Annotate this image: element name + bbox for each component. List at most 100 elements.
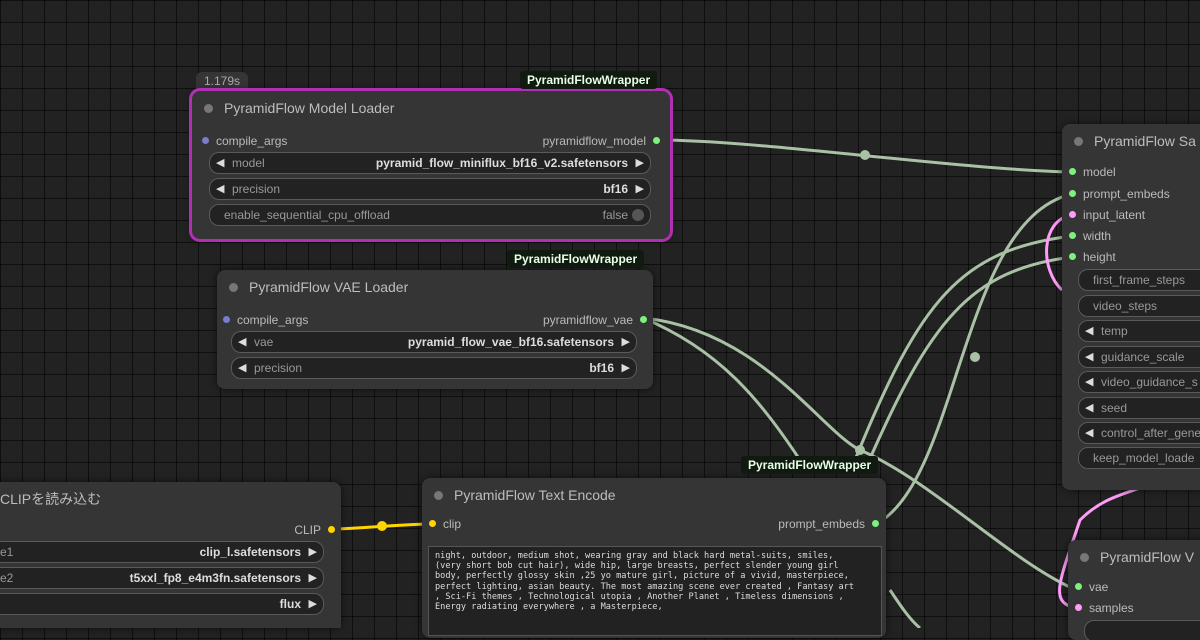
slot-label: pyramidflow_vae xyxy=(542,313,633,327)
node-badge: PyramidFlowWrapper xyxy=(741,456,879,474)
widget-label: control_after_gene xyxy=(1101,426,1200,440)
slot-label: samples xyxy=(1089,601,1134,615)
input-slot-model[interactable]: model xyxy=(1069,164,1116,180)
next-arrow-icon[interactable]: ▶ xyxy=(636,179,644,199)
input-slot-compile-args[interactable]: compile_args xyxy=(202,133,287,149)
input-dot-icon xyxy=(1075,604,1082,611)
slot-label: clip xyxy=(443,517,462,531)
widget-value: bf16 xyxy=(589,361,614,375)
input-slot-width[interactable]: width xyxy=(1069,228,1112,244)
vae-decode-node[interactable]: PyramidFlow V vae samples xyxy=(1068,540,1200,640)
output-slot-prompt-embeds[interactable]: prompt_embeds xyxy=(778,516,879,532)
text-encode-node[interactable]: PyramidFlow Text Encode clip prompt_embe… xyxy=(422,478,886,638)
widget-label: first_frame_steps xyxy=(1093,273,1186,287)
output-dot-icon xyxy=(653,137,660,144)
input-slot-prompt-embeds[interactable]: prompt_embeds xyxy=(1069,186,1170,202)
input-dot-icon xyxy=(202,137,209,144)
widget-value: bf16 xyxy=(603,182,628,196)
output-slot-pyramidflow-vae[interactable]: pyramidflow_vae xyxy=(542,312,647,328)
slot-label: compile_args xyxy=(237,313,309,327)
widget-value: t5xxl_fp8_e4m3fn.safetensors xyxy=(129,571,301,585)
widget-label: e1 xyxy=(0,545,14,559)
input-dot-icon xyxy=(1069,232,1076,239)
prev-arrow-icon[interactable]: ◀ xyxy=(1085,398,1093,418)
wire-prompt-embeds xyxy=(875,192,1073,526)
node-title: PyramidFlow Sa xyxy=(1094,133,1196,149)
cpu-offload-toggle[interactable]: enable_sequential_cpu_offload false xyxy=(209,204,651,226)
next-arrow-icon[interactable]: ▶ xyxy=(636,153,644,173)
input-slot-samples[interactable]: samples xyxy=(1075,600,1134,616)
node-badge: PyramidFlowWrapper xyxy=(520,71,658,89)
input-slot-height[interactable]: height xyxy=(1069,249,1116,265)
input-dot-icon xyxy=(223,316,230,323)
prev-arrow-icon[interactable]: ◀ xyxy=(1085,372,1093,392)
input-slot-input-latent[interactable]: input_latent xyxy=(1069,207,1146,223)
widget-label: precision xyxy=(232,182,281,196)
widget-value: false xyxy=(602,208,628,222)
slot-label: pyramidflow_model xyxy=(542,134,646,148)
widget-label: vae xyxy=(254,335,274,349)
output-slot-pyramidflow-model[interactable]: pyramidflow_model xyxy=(542,133,660,149)
output-slot-clip[interactable]: CLIP xyxy=(294,522,335,538)
model-combo[interactable]: ◀ model pyramid_flow_miniflux_bf16_v2.sa… xyxy=(209,152,651,174)
prev-arrow-icon[interactable]: ◀ xyxy=(216,179,224,199)
widget-label: e2 xyxy=(0,571,14,585)
widget-label: guidance_scale xyxy=(1101,350,1185,364)
seed-widget[interactable]: ◀ seed xyxy=(1078,397,1200,419)
next-arrow-icon[interactable]: ▶ xyxy=(622,358,630,378)
toggle-knob-icon[interactable] xyxy=(632,209,644,221)
widget-value: pyramid_flow_miniflux_bf16_v2.safetensor… xyxy=(375,156,628,170)
video-guidance-scale-widget[interactable]: ◀ video_guidance_s xyxy=(1078,371,1200,393)
slot-label: prompt_embeds xyxy=(778,517,865,531)
next-arrow-icon[interactable]: ▶ xyxy=(622,332,630,352)
model-loader-node[interactable]: PyramidFlow Model Loader compile_args py… xyxy=(192,91,670,239)
wire-midpoint xyxy=(377,521,387,531)
clip-type-combo[interactable]: flux ▶ xyxy=(0,593,324,615)
precision-combo[interactable]: ◀ precision bf16 ▶ xyxy=(209,178,651,200)
next-arrow-icon[interactable]: ▶ xyxy=(309,594,317,614)
wire-midpoint xyxy=(855,445,865,455)
node-title: PyramidFlow VAE Loader xyxy=(249,279,409,295)
wire-vae-branch xyxy=(642,316,802,461)
prev-arrow-icon[interactable]: ◀ xyxy=(238,358,246,378)
wire-model xyxy=(656,138,1074,174)
temp-widget[interactable]: ◀ temp xyxy=(1078,320,1200,342)
input-slot-clip[interactable]: clip xyxy=(429,516,462,532)
input-dot-icon xyxy=(1075,583,1082,590)
node-title: CLIPを読み込む xyxy=(0,491,102,507)
prev-arrow-icon[interactable]: ◀ xyxy=(1085,423,1093,443)
sampler-node[interactable]: PyramidFlow Sa model prompt_embeds input… xyxy=(1062,124,1200,490)
prev-arrow-icon[interactable]: ◀ xyxy=(1085,347,1093,367)
node-title: PyramidFlow Model Loader xyxy=(224,100,395,116)
widget-label: model xyxy=(232,156,265,170)
clip-loader-node[interactable]: CLIPを読み込む CLIP e1 clip_l.safetensors ▶ e… xyxy=(0,482,341,628)
prompt-textarea[interactable]: night, outdoor, medium shot, wearing gra… xyxy=(428,546,882,636)
clip-name1-combo[interactable]: e1 clip_l.safetensors ▶ xyxy=(0,541,324,563)
partial-widget[interactable] xyxy=(1084,620,1200,640)
keep-model-loaded-widget[interactable]: keep_model_loade xyxy=(1078,447,1200,469)
widget-label: enable_sequential_cpu_offload xyxy=(224,208,390,222)
slot-label: width xyxy=(1083,229,1112,243)
clip-name2-combo[interactable]: e2 t5xxl_fp8_e4m3fn.safetensors ▶ xyxy=(0,567,324,589)
next-arrow-icon[interactable]: ▶ xyxy=(309,568,317,588)
input-dot-icon xyxy=(1069,168,1076,175)
video-steps-widget[interactable]: video_steps xyxy=(1078,295,1200,317)
precision-combo[interactable]: ◀ precision bf16 ▶ xyxy=(231,357,637,379)
vae-combo[interactable]: ◀ vae pyramid_flow_vae_bf16.safetensors … xyxy=(231,331,637,353)
wire-to-right xyxy=(888,589,921,628)
input-slot-vae[interactable]: vae xyxy=(1075,579,1108,595)
prev-arrow-icon[interactable]: ◀ xyxy=(216,153,224,173)
control-after-generate-widget[interactable]: ◀ control_after_gene xyxy=(1078,422,1200,444)
first-frame-steps-widget[interactable]: first_frame_steps xyxy=(1078,269,1200,291)
wire-width xyxy=(853,234,1073,461)
prev-arrow-icon[interactable]: ◀ xyxy=(1085,321,1093,341)
input-dot-icon xyxy=(429,520,436,527)
slot-label: input_latent xyxy=(1083,208,1146,222)
guidance-scale-widget[interactable]: ◀ guidance_scale xyxy=(1078,346,1200,368)
next-arrow-icon[interactable]: ▶ xyxy=(309,542,317,562)
vae-loader-node[interactable]: PyramidFlow VAE Loader compile_args pyra… xyxy=(217,270,653,389)
node-title: PyramidFlow V xyxy=(1100,549,1195,565)
prev-arrow-icon[interactable]: ◀ xyxy=(238,332,246,352)
input-slot-compile-args[interactable]: compile_args xyxy=(223,312,309,328)
slot-label: model xyxy=(1083,165,1116,179)
